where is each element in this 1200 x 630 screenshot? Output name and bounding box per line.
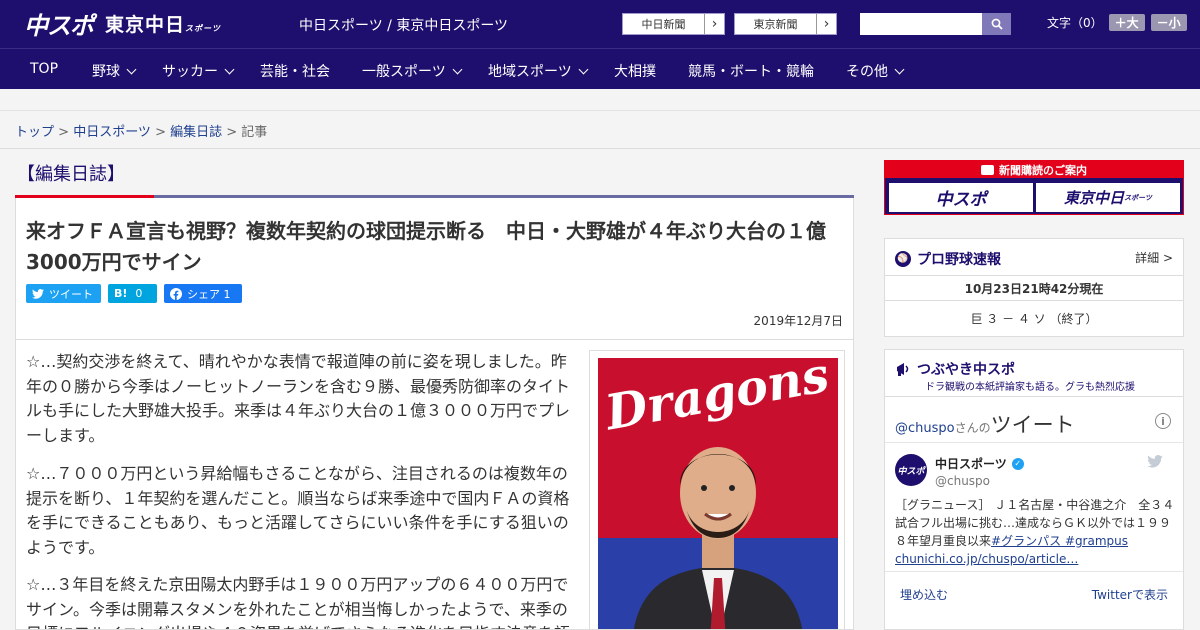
verified-badge-icon: ✓ [1011, 457, 1024, 470]
logo-chuspo: 中スポ [24, 11, 94, 40]
timeline-handle-link[interactable]: @chuspo [895, 421, 955, 436]
font-smaller-button[interactable]: －小 [1150, 14, 1187, 31]
subscribe-chuspo[interactable]: 中スポ [889, 183, 1033, 212]
breadcrumb: トップ > 中日スポーツ > 編集日誌 > 記事 [15, 125, 268, 140]
font-size-label: 文字（0） [1047, 16, 1103, 30]
hatena-bookmark-button[interactable]: B! 0 [108, 284, 157, 303]
article-date: 2019年12月7日 [753, 314, 843, 328]
search-box [860, 13, 1011, 35]
baseball-detail-link[interactable]: 詳細 > [1135, 249, 1173, 266]
info-icon[interactable]: i [1155, 413, 1171, 429]
nav-entertainment[interactable]: 芸能・社会 [260, 61, 330, 81]
article-headline: 来オフＦＡ宣言も視野？複数年契約の球団提示断る 中日・大野雄が４年ぶり大台の１億… [26, 219, 826, 274]
tweet-account-name[interactable]: 中日スポーツ ✓ [935, 455, 1024, 472]
chevron-down-icon [894, 64, 905, 74]
nav-sub-band [0, 89, 1200, 111]
chevron-down-icon [126, 64, 137, 74]
nav-soccer[interactable]: サッカー [162, 61, 235, 81]
player-photo-illustration: Dragons [598, 358, 838, 629]
search-button[interactable] [982, 13, 1011, 35]
article-paragraph: ☆…契約交渉を終えて、晴れやかな表情で報道陣の前に姿を現しました。昨年の０勝から… [26, 352, 571, 445]
tweet-article-link[interactable]: chunichi.co.jp/chuspo/article… [895, 552, 1078, 566]
article-photo[interactable]: Dragons [598, 358, 838, 629]
nav-baseball[interactable]: 野球 [92, 61, 137, 81]
tweet-text-line: ８年望月重良以来#グランパス #grampus [895, 534, 1129, 548]
megaphone-icon [897, 363, 909, 376]
tweets-box: つぶやき中スポ ドラ観戦の本紙評論家も語る。グラも熱烈応援 @chuspo さん… [884, 349, 1184, 630]
tokyo-shimbun-link[interactable]: 東京新聞 › [734, 13, 837, 35]
search-input[interactable] [860, 13, 982, 35]
breadcrumb-chunichi[interactable]: 中日スポーツ [73, 125, 151, 140]
nav-others[interactable]: その他 [846, 61, 905, 81]
avatar[interactable]: 中スポ [895, 454, 927, 486]
chevron-right-icon: › [816, 14, 836, 34]
article-body: ☆…契約交渉を終えて、晴れやかな表情で報道陣の前に姿を現しました。昨年の０勝から… [15, 340, 854, 630]
baseball-update-time: 10月23日21時42分現在 [964, 282, 1104, 296]
font-size-control: 文字（0） ＋大 －小 [1047, 14, 1187, 31]
tweets-subtitle: ドラ観戦の本紙評論家も語る。グラも熱烈応援 [925, 382, 1135, 393]
subscription-banner[interactable]: 新聞購読のご案内 中スポ 東京中日 スポーツ [884, 160, 1184, 215]
breadcrumb-bar: トップ > 中日スポーツ > 編集日誌 > 記事 [0, 111, 1200, 149]
chevron-down-icon [578, 64, 589, 74]
newspaper-icon [981, 164, 994, 175]
chunichi-shimbun-link[interactable]: 中日新聞 › [622, 13, 725, 35]
search-icon [991, 18, 1003, 30]
tweet-text-line: ［グラニュース］ Ｊ１名古屋・中谷進之介 全３４ [895, 498, 1175, 512]
site-logo[interactable]: 中スポ 東京中日スポーツ [24, 8, 221, 40]
tweet-text-line: 試合フル出場に挑む…達成ならＧＫ以外では１９９ [895, 516, 1172, 530]
breadcrumb-current: 記事 [241, 125, 268, 140]
breadcrumb-top[interactable]: トップ [15, 125, 54, 140]
baseball-title: ⚾ プロ野球速報 [895, 249, 1001, 269]
site-name: 中日スポーツ / 東京中日スポーツ [299, 18, 509, 34]
section-title: 【編集日誌】 [17, 164, 125, 185]
timeline-heading: @chuspo さんの ツイート [895, 413, 1075, 437]
font-larger-button[interactable]: ＋大 [1108, 14, 1145, 31]
baseball-scores-box: ⚾ プロ野球速報 詳細 > 10月23日21時42分現在 巨 ３ － ４ ソ （… [884, 238, 1184, 337]
main-nav: TOP 野球 サッカー 芸能・社会 一般スポーツ 地域スポーツ 大相撲 競馬・ボ… [0, 48, 1200, 89]
nav-racing[interactable]: 競馬・ボート・競輪 [688, 61, 814, 81]
tweet-hashtag-link[interactable]: #グランパス #grampus [991, 534, 1128, 548]
view-on-twitter-link[interactable]: Twitterで表示 [1092, 586, 1168, 603]
chevron-right-icon: › [704, 14, 724, 34]
article-header: 来オフＦＡ宣言も視野？複数年契約の球団提示断る 中日・大野雄が４年ぶり大台の１億… [15, 198, 854, 340]
logo-tokyo-chunichi: 東京中日スポーツ [105, 13, 221, 36]
nav-general-sports[interactable]: 一般スポーツ [362, 61, 463, 81]
tweets-title: つぶやき中スポ [895, 359, 1015, 379]
facebook-share-button[interactable]: シェア 1 [164, 284, 242, 303]
article-paragraph: ☆…７０００万円という昇給幅もさることながら、注目されるのは複数年の提示を断り、… [26, 464, 570, 557]
tweet-button[interactable]: ツイート [26, 284, 101, 303]
baseball-icon: ⚾ [895, 251, 911, 267]
chevron-down-icon [224, 64, 235, 74]
embed-link[interactable]: 埋め込む [900, 586, 948, 603]
hatena-icon: B! [114, 287, 128, 300]
nav-sumo[interactable]: 大相撲 [614, 61, 656, 81]
twitter-bird-icon[interactable] [1147, 455, 1163, 468]
facebook-icon [170, 287, 182, 300]
subscribe-tokyo-chunichi[interactable]: 東京中日 スポーツ [1036, 183, 1180, 212]
article-photo-frame: Dragons [589, 350, 845, 629]
nav-regional-sports[interactable]: 地域スポーツ [488, 61, 589, 81]
article-paragraph: ☆…３年目を終えた京田陽太内野手は１９００万円アップの６４００万円でサイン。今季… [26, 575, 570, 629]
site-header: 中スポ 東京中日スポーツ 中日スポーツ / 東京中日スポーツ 中日新聞 › 東京… [0, 0, 1200, 48]
nav-top[interactable]: TOP [30, 61, 58, 77]
breadcrumb-section[interactable]: 編集日誌 [170, 125, 222, 140]
twitter-bird-icon [32, 288, 44, 299]
subscription-title: 新聞購読のご案内 [885, 161, 1183, 178]
tweet-account-handle[interactable]: @chuspo [935, 474, 990, 488]
baseball-score[interactable]: 巨 ３ － ４ ソ （終了） [885, 310, 1183, 327]
chevron-down-icon [452, 64, 463, 74]
